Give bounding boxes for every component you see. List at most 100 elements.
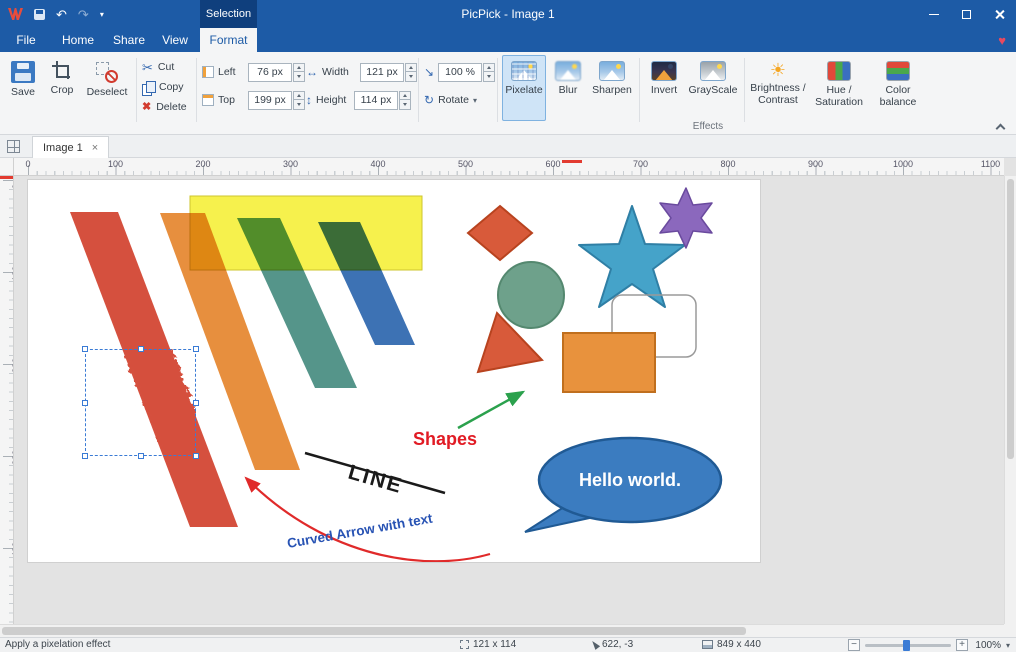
selection-handle[interactable] — [193, 453, 199, 459]
titlebar: ↶ ↷ ▾ Selection PicPick - Image 1 — [0, 0, 1016, 28]
selection-handle[interactable] — [82, 346, 88, 352]
tab-format[interactable]: Format — [200, 28, 257, 52]
selection-handle[interactable] — [193, 400, 199, 406]
heart-icon[interactable]: ♥ — [998, 28, 1006, 52]
undo-icon[interactable]: ↶ — [56, 8, 67, 21]
width-spin-down[interactable] — [405, 72, 417, 82]
shape-star-6 — [660, 188, 712, 248]
qat-dropdown-icon[interactable]: ▾ — [100, 10, 104, 19]
zoom-dropdown-icon[interactable]: ▾ — [1006, 641, 1010, 650]
rotate-label: Rotate — [438, 94, 469, 106]
sharpen-button[interactable]: Sharpen — [589, 55, 635, 121]
blur-icon — [555, 61, 581, 81]
ruler-cursor-marker — [0, 176, 14, 179]
color-balance-button[interactable]: Color balance — [872, 55, 924, 121]
cut-button[interactable]: ✂ Cut — [142, 58, 174, 76]
top-spin-down[interactable] — [293, 100, 305, 110]
line-label: LINE — [346, 461, 406, 499]
deselect-icon — [95, 61, 119, 83]
document-tab-label: Image 1 — [43, 142, 83, 154]
tab-home[interactable]: Home — [56, 28, 100, 52]
invert-label: Invert — [651, 84, 677, 96]
quick-save-icon[interactable] — [34, 9, 45, 20]
scale-spin-up[interactable] — [483, 63, 495, 73]
save-button[interactable]: Save — [4, 55, 42, 121]
chevron-down-icon: ▾ — [473, 96, 477, 105]
invert-icon — [651, 61, 677, 81]
left-spin-up[interactable] — [293, 63, 305, 73]
document-tab-close-icon[interactable]: × — [92, 142, 98, 154]
zoom-controls: − + 100% ▾ — [848, 639, 1010, 651]
selection-handle[interactable] — [138, 453, 144, 459]
left-label: Left — [218, 66, 244, 78]
shape-yellow-rectangle — [190, 196, 422, 270]
invert-button[interactable]: Invert — [644, 55, 684, 121]
vertical-scrollbar-thumb[interactable] — [1007, 179, 1014, 459]
left-position-control: Left 76 px — [202, 61, 305, 83]
curved-arrow-label: Curved Arrow with text — [286, 511, 434, 551]
left-spin-down[interactable] — [293, 72, 305, 82]
zoom-slider[interactable] — [865, 644, 951, 647]
tab-view[interactable]: View — [154, 28, 196, 52]
delete-button[interactable]: ✖ Delete — [142, 98, 187, 116]
top-spin-up[interactable] — [293, 91, 305, 101]
maximize-button[interactable] — [950, 0, 983, 28]
picpick-logo-icon[interactable] — [8, 8, 23, 20]
zoom-out-button[interactable]: − — [848, 639, 860, 651]
selection-rectangle[interactable] — [85, 349, 196, 456]
deselect-button[interactable]: Deselect — [82, 55, 132, 121]
canvas-viewport[interactable]: Shapes LINE Curved Arrow with text Hello… — [14, 176, 1004, 624]
horizontal-scrollbar[interactable] — [0, 624, 1004, 637]
crop-button[interactable]: Crop — [44, 55, 80, 121]
zoom-in-button[interactable]: + — [956, 639, 968, 651]
left-input[interactable]: 76 px — [248, 63, 292, 82]
zoom-level[interactable]: 100% — [973, 640, 1001, 651]
pixelate-button[interactable]: Pixelate — [502, 55, 546, 121]
collapse-ribbon-icon[interactable] — [996, 124, 1006, 134]
document-tab-image1[interactable]: Image 1 × — [32, 136, 109, 158]
delete-label: Delete — [156, 101, 186, 113]
vertical-scrollbar[interactable] — [1004, 176, 1016, 624]
selection-handle[interactable] — [193, 346, 199, 352]
tab-list-grid-icon[interactable] — [7, 140, 20, 153]
tab-file[interactable]: File — [8, 28, 44, 52]
height-input[interactable]: 114 px — [354, 91, 398, 110]
blur-label: Blur — [559, 84, 578, 96]
selection-handle[interactable] — [82, 453, 88, 459]
blur-button[interactable]: Blur — [551, 55, 585, 121]
hue-saturation-button[interactable]: Hue / Saturation — [810, 55, 868, 121]
minimize-button[interactable] — [917, 0, 950, 28]
ruler-number: 300 — [283, 159, 298, 169]
crop-icon — [52, 61, 72, 81]
width-spin-up[interactable] — [405, 63, 417, 73]
copy-button[interactable]: Copy — [142, 78, 184, 96]
ruler-number: 700 — [633, 159, 648, 169]
save-label: Save — [11, 86, 35, 98]
redo-icon[interactable]: ↷ — [78, 8, 89, 21]
status-selection-size: 121 x 114 — [460, 639, 516, 650]
height-spin-up[interactable] — [399, 91, 411, 101]
hue-saturation-label: Hue / Saturation — [811, 84, 867, 108]
horizontal-scrollbar-thumb[interactable] — [2, 627, 746, 635]
quick-access-toolbar: ↶ ↷ ▾ — [8, 0, 104, 28]
minimize-icon — [929, 14, 939, 15]
left-position-icon — [202, 66, 214, 78]
top-input[interactable]: 199 px — [248, 91, 292, 110]
brightness-contrast-button[interactable]: ☀ Brightness / Contrast — [748, 55, 808, 121]
ruler-vertical: 0100200300400 — [0, 176, 14, 624]
width-input[interactable]: 121 px — [360, 63, 404, 82]
grayscale-label: GrayScale — [688, 84, 737, 96]
scale-spin-down[interactable] — [483, 72, 495, 82]
selection-handle[interactable] — [138, 346, 144, 352]
selection-handle[interactable] — [82, 400, 88, 406]
ruler-number: 600 — [545, 159, 560, 169]
tab-share[interactable]: Share — [106, 28, 152, 52]
zoom-slider-handle[interactable] — [903, 640, 910, 651]
scale-input[interactable]: 100 % — [438, 63, 482, 82]
copy-icon — [142, 81, 154, 94]
rotate-control[interactable]: ↻ Rotate ▾ — [424, 89, 477, 111]
grayscale-button[interactable]: GrayScale — [687, 55, 739, 121]
close-button[interactable] — [983, 0, 1016, 28]
shapes-annotation-label: Shapes — [413, 429, 477, 449]
height-spin-down[interactable] — [399, 100, 411, 110]
